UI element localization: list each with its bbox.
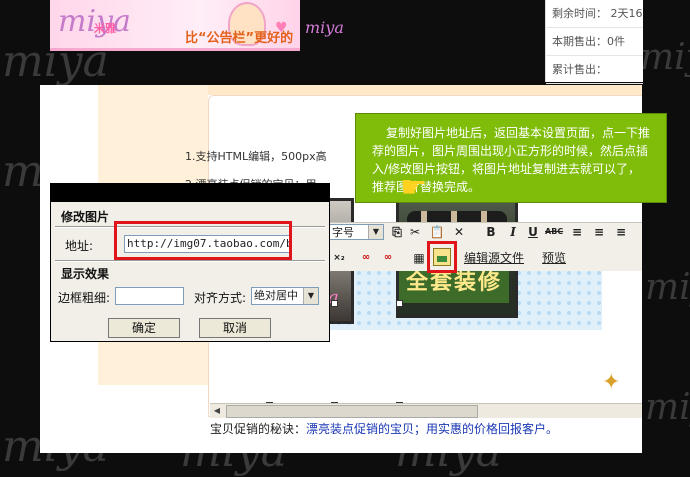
delete-icon[interactable]: ✕: [450, 223, 468, 241]
dialog-titlebar[interactable]: [51, 184, 329, 202]
insert-link-icon[interactable]: ∞: [357, 249, 375, 267]
font-size-select[interactable]: 字号 ▼: [328, 224, 384, 240]
promo-text: 宝贝促销的秘诀：漂亮装点促销的宝贝；用实惠的价格回报客户。: [210, 420, 642, 437]
remaining-time-row: 剩余时间： 2天16: [546, 0, 643, 28]
insert-table-icon[interactable]: ▦: [410, 249, 428, 267]
align-left-icon[interactable]: ≡: [568, 223, 586, 241]
underline-button[interactable]: U: [524, 223, 542, 241]
border-width-input[interactable]: [115, 287, 184, 305]
cancel-button[interactable]: 取消: [199, 318, 271, 338]
edit-source-link[interactable]: 编辑源文件: [464, 249, 524, 266]
watermark-logo: miya: [640, 37, 690, 78]
broom-icon: ✦: [602, 370, 621, 395]
notice-line-1: 1.支持HTML编辑，500px高: [185, 150, 327, 163]
modify-image-heading: 修改图片: [61, 210, 110, 224]
dropdown-arrow-icon: ▼: [303, 288, 318, 304]
horizontal-scrollbar[interactable]: ◀: [210, 403, 642, 418]
alignment-label: 对齐方式:: [194, 291, 247, 305]
remove-link-icon[interactable]: ∞: [379, 249, 397, 267]
total-sold-row: 累计售出：: [546, 56, 643, 84]
pointing-hand-icon: ☛: [400, 170, 427, 205]
preview-link[interactable]: 预览: [542, 249, 566, 266]
modify-image-dialog: 修改图片 地址: http://img07.taobao.com/bu 显示效果…: [50, 183, 330, 342]
watermark-logo: miya: [645, 267, 690, 308]
notice-brand-logo: miya: [305, 18, 344, 37]
alignment-select[interactable]: 绝对居中 ▼: [251, 287, 319, 305]
border-width-label: 边框粗细:: [58, 291, 111, 305]
selection-handle[interactable]: [331, 300, 338, 307]
promo-prefix: 宝贝促销的秘诀：: [210, 422, 307, 436]
display-effect-heading: 显示效果: [61, 267, 110, 281]
align-center-icon[interactable]: ≡: [590, 223, 608, 241]
copy-icon[interactable]: ⎘: [388, 223, 406, 241]
promo-link[interactable]: 漂亮装点促销的宝贝；用实惠的价格回报客户。: [306, 422, 558, 436]
italic-button[interactable]: I: [504, 223, 522, 241]
strikethrough-button[interactable]: ABC: [545, 223, 563, 241]
item-info-panel: 剩余时间： 2天16 本期售出：0件 累计售出：: [545, 0, 643, 84]
scrollbar-thumb[interactable]: [226, 405, 478, 418]
banner-brand-cn: 米雅: [94, 22, 116, 35]
insert-image-highlight: [427, 241, 457, 273]
dropdown-arrow-icon: ▼: [368, 225, 383, 239]
address-label: 地址:: [65, 239, 94, 253]
notice-title: 比“公告栏”更好的: [185, 31, 294, 46]
scroll-left-icon[interactable]: ◀: [210, 404, 224, 417]
align-right-icon[interactable]: ≡: [612, 223, 630, 241]
cut-icon[interactable]: ✂: [406, 223, 424, 241]
paste-icon[interactable]: 📋: [428, 223, 446, 241]
divider: [55, 260, 325, 262]
panel-shade: [208, 85, 642, 95]
address-highlight: [114, 221, 292, 260]
subscript-icon[interactable]: ×₂: [330, 249, 348, 267]
selection-handle[interactable]: [396, 300, 403, 307]
sold-this-period-row: 本期售出：0件: [546, 28, 643, 56]
ok-button[interactable]: 确定: [108, 318, 180, 338]
watermark-logo: miya: [645, 387, 690, 428]
bold-button[interactable]: B: [482, 223, 500, 241]
